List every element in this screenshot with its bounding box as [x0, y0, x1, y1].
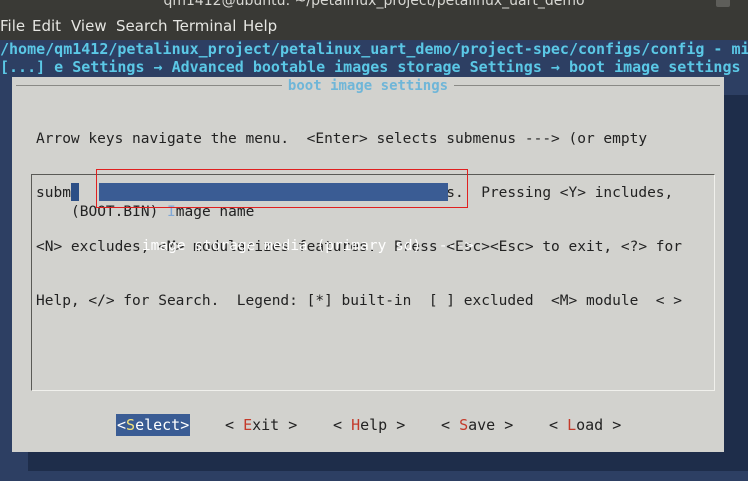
menu-view[interactable]: View: [71, 17, 107, 35]
btn-text: oad >: [576, 416, 622, 434]
btn-text: elp >: [360, 416, 406, 434]
cursor-marker: [71, 183, 79, 201]
btn-hotkey: S: [126, 416, 136, 434]
btn-text: ave >: [468, 416, 514, 434]
save-button[interactable]: < Save >: [441, 414, 513, 436]
exit-button[interactable]: < Exit >: [225, 414, 297, 436]
select-button[interactable]: <Select>: [116, 414, 191, 436]
config-path-line: /home/qm1412/petalinux_project/petalinux…: [0, 40, 748, 58]
window-titlebar: qm1412@ubuntu: ~/petalinux_project/petal…: [0, 0, 748, 10]
btn-hotkey: H: [351, 416, 361, 434]
btn-text: <: [333, 416, 352, 434]
menuconfig-dialog: boot image settings Arrow keys navigate …: [12, 77, 724, 452]
menu-help[interactable]: Help: [243, 17, 277, 35]
close-icon[interactable]: [716, 0, 730, 7]
btn-text: xit >: [252, 416, 298, 434]
breadcrumb: [...] e Settings → Advanced bootable ima…: [0, 58, 741, 76]
btn-hotkey: E: [243, 416, 253, 434]
btn-text: elect>: [135, 416, 190, 434]
help-line: Arrow keys navigate the menu. <Enter> se…: [36, 131, 648, 147]
menu-terminal[interactable]: Terminal: [173, 17, 236, 35]
btn-hotkey: L: [567, 416, 577, 434]
load-button[interactable]: < Load >: [549, 414, 621, 436]
menu-edit[interactable]: Edit: [32, 17, 61, 35]
red-callout-box: [96, 169, 468, 208]
window-title: qm1412@ubuntu: ~/petalinux_project/petal…: [163, 0, 585, 9]
btn-text: <: [549, 416, 568, 434]
btn-text: <: [441, 416, 460, 434]
menubar: File Edit View Search Terminal Help: [0, 10, 748, 40]
btn-text: <: [225, 416, 244, 434]
menu-file[interactable]: File: [0, 17, 25, 35]
dialog-title-wrap: boot image settings: [12, 77, 724, 95]
help-button[interactable]: < Help >: [333, 414, 405, 436]
menu-search[interactable]: Search: [116, 17, 168, 35]
button-bar: <Select> < Exit > < Help > < Save > < Lo…: [12, 414, 724, 436]
dialog-title: boot image settings: [281, 78, 455, 94]
btn-text: <: [117, 416, 127, 434]
menu-item-label: image storage media (primary sd) --->: [141, 238, 474, 254]
btn-hotkey: S: [459, 416, 469, 434]
